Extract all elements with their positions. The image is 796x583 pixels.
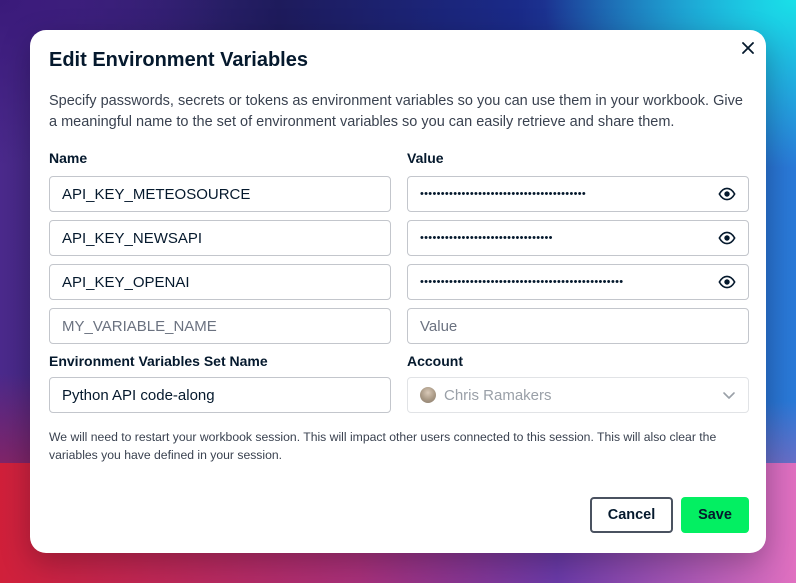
masked-value: ••••••••••••••••••••••••••••••••••••••••…: [420, 276, 624, 288]
name-placeholder: MY_VARIABLE_NAME: [62, 317, 217, 335]
set-name-label: Environment Variables Set Name: [49, 353, 268, 369]
new-variable-value-input[interactable]: Value: [407, 308, 749, 344]
value-placeholder: Value: [420, 317, 458, 335]
account-name: Chris Ramakers: [444, 386, 552, 404]
edit-env-vars-dialog: Edit Environment Variables Specify passw…: [30, 30, 766, 553]
chevron-down-icon: [723, 392, 735, 399]
variable-name-text: API_KEY_NEWSAPI: [62, 229, 203, 247]
account-label: Account: [407, 353, 463, 369]
dialog-title: Edit Environment Variables: [49, 49, 308, 71]
avatar: [420, 387, 436, 403]
set-name-value: Python API code-along: [62, 386, 215, 404]
variable-name-input[interactable]: API_KEY_NEWSAPI: [49, 220, 391, 256]
eye-icon[interactable]: [718, 229, 736, 247]
variable-name-text: API_KEY_OPENAI: [62, 273, 190, 291]
eye-icon[interactable]: [718, 185, 736, 203]
close-button[interactable]: [739, 39, 757, 57]
variable-name-text: API_KEY_METEOSOURCE: [62, 185, 251, 203]
account-select[interactable]: Chris Ramakers: [407, 377, 749, 413]
variable-value-input[interactable]: ••••••••••••••••••••••••••••••••••••••••…: [407, 264, 749, 300]
masked-value: ••••••••••••••••••••••••••••••••: [420, 232, 553, 244]
restart-note: We will need to restart your workbook se…: [49, 430, 717, 462]
variable-name-input[interactable]: API_KEY_METEOSOURCE: [49, 176, 391, 212]
close-icon: [742, 42, 754, 54]
value-column-label: Value: [407, 150, 444, 166]
variable-value-input[interactable]: ••••••••••••••••••••••••••••••••: [407, 220, 749, 256]
cancel-button[interactable]: Cancel: [590, 497, 673, 533]
variable-name-input[interactable]: API_KEY_OPENAI: [49, 264, 391, 300]
save-button[interactable]: Save: [681, 497, 749, 533]
new-variable-name-input[interactable]: MY_VARIABLE_NAME: [49, 308, 391, 344]
name-column-label: Name: [49, 150, 88, 166]
dialog-description: Specify passwords, secrets or tokens as …: [49, 93, 743, 130]
eye-icon[interactable]: [718, 273, 736, 291]
set-name-input[interactable]: Python API code-along: [49, 377, 391, 413]
variable-value-input[interactable]: ••••••••••••••••••••••••••••••••••••••••: [407, 176, 749, 212]
masked-value: ••••••••••••••••••••••••••••••••••••••••: [420, 188, 587, 200]
